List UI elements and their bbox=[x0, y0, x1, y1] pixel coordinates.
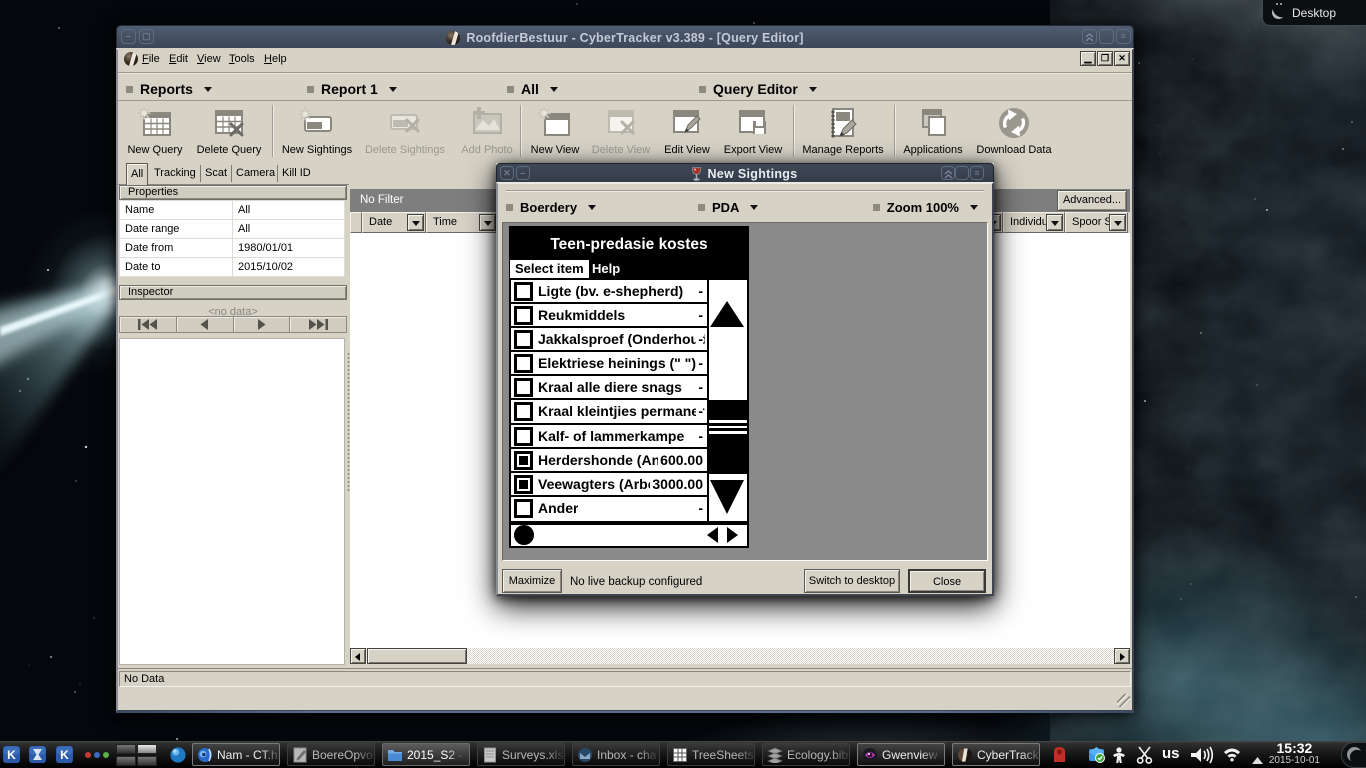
svg-text:K: K bbox=[60, 748, 69, 762]
svg-text:K: K bbox=[7, 748, 16, 762]
